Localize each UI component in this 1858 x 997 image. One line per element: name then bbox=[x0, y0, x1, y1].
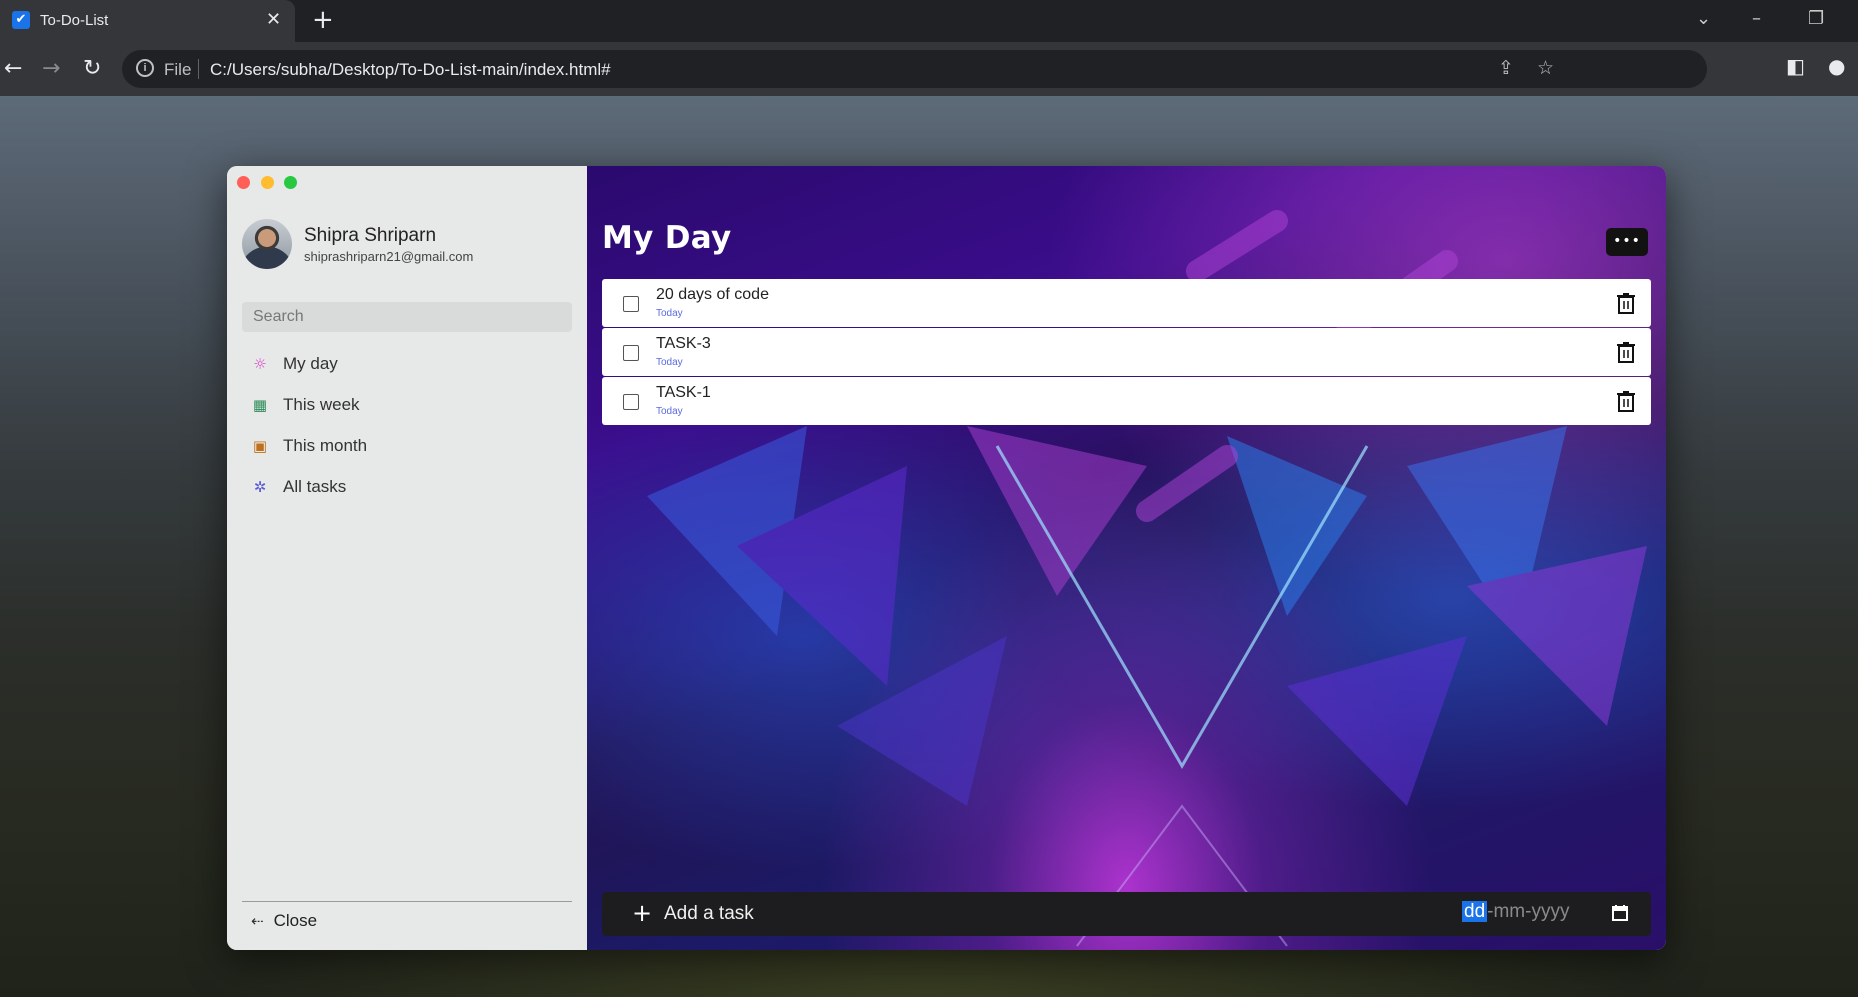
task-name: TASK-3 bbox=[656, 335, 711, 352]
trash-icon[interactable] bbox=[1615, 340, 1637, 364]
sidebar-item-my-day[interactable]: ☼ My day bbox=[249, 349, 569, 379]
user-name: Shipra Shriparn bbox=[304, 225, 437, 246]
calendar-icon: ▣ bbox=[252, 437, 268, 455]
task-name: 20 days of code bbox=[656, 286, 769, 303]
sidebar-item-label: My day bbox=[283, 354, 338, 373]
logout-icon: ⇠ bbox=[251, 912, 264, 930]
info-icon[interactable]: i bbox=[136, 59, 154, 77]
task-checkbox[interactable] bbox=[623, 394, 639, 410]
reload-icon[interactable]: ↻ bbox=[83, 56, 101, 81]
calendar-picker-icon[interactable] bbox=[1611, 904, 1629, 922]
plus-icon[interactable]: + bbox=[632, 899, 652, 927]
main-panel: My Day ••• 20 days of code Today TASK-3 … bbox=[587, 166, 1666, 950]
sidebar: Shipra Shriparn shiprashriparn21@gmail.c… bbox=[227, 166, 587, 950]
tab-title: To-Do-List bbox=[40, 12, 109, 29]
browser-tab[interactable]: ✔ To-Do-List ✕ bbox=[0, 0, 295, 42]
grid-icon: ▦ bbox=[252, 396, 268, 414]
trash-icon[interactable] bbox=[1615, 389, 1637, 413]
todo-app-window: Shipra Shriparn shiprashriparn21@gmail.c… bbox=[227, 166, 1666, 950]
window-close-dot[interactable] bbox=[237, 176, 250, 189]
sidebar-item-all-tasks[interactable]: ✲ All tasks bbox=[249, 472, 569, 502]
search-input[interactable] bbox=[242, 302, 572, 332]
task-checkbox[interactable] bbox=[623, 296, 639, 312]
due-date-input[interactable]: dd -mm-yyyy bbox=[1462, 901, 1569, 927]
address-separator bbox=[198, 59, 199, 79]
back-arrow-icon[interactable]: ← bbox=[4, 56, 22, 81]
browser-toolbar: ← → ↻ i File C:/Users/subha/Desktop/To-D… bbox=[0, 42, 1858, 96]
avatar bbox=[242, 219, 292, 269]
date-month-year-segment[interactable]: -mm-yyyy bbox=[1487, 901, 1569, 922]
address-bar[interactable]: i File C:/Users/subha/Desktop/To-Do-List… bbox=[122, 50, 1707, 88]
tab-search-chevron-icon[interactable]: ⌄ bbox=[1696, 8, 1711, 29]
sidebar-divider bbox=[242, 901, 572, 902]
sidebar-item-label: This week bbox=[283, 395, 360, 414]
sidebar-item-this-month[interactable]: ▣ This month bbox=[249, 431, 569, 461]
profile-icon[interactable]: ● bbox=[1828, 54, 1845, 78]
puzzle-icon: ✲ bbox=[253, 478, 267, 496]
address-url[interactable]: C:/Users/subha/Desktop/To-Do-List-main/i… bbox=[210, 60, 611, 80]
task-date: Today bbox=[656, 357, 683, 368]
window-minimize-dot[interactable] bbox=[261, 176, 274, 189]
page-title: My Day bbox=[602, 220, 732, 256]
task-item[interactable]: TASK-3 Today bbox=[602, 328, 1651, 376]
task-checkbox[interactable] bbox=[623, 345, 639, 361]
task-name: TASK-1 bbox=[656, 384, 711, 401]
forward-arrow-icon[interactable]: → bbox=[42, 56, 60, 81]
new-tab-icon[interactable]: + bbox=[312, 5, 334, 35]
sidebar-item-this-week[interactable]: ▦ This week bbox=[249, 390, 569, 420]
restore-icon[interactable]: ❐ bbox=[1808, 8, 1824, 29]
tab-close-icon[interactable]: ✕ bbox=[266, 9, 281, 30]
minimize-icon[interactable]: – bbox=[1752, 8, 1761, 29]
more-options-button[interactable]: ••• bbox=[1606, 228, 1648, 256]
side-panel-icon[interactable]: ◧ bbox=[1786, 54, 1805, 78]
user-email: shiprashriparn21@gmail.com bbox=[304, 249, 474, 264]
add-task-input[interactable] bbox=[664, 901, 1264, 927]
close-label: Close bbox=[273, 911, 318, 930]
address-scheme: File bbox=[164, 60, 192, 79]
task-item[interactable]: TASK-1 Today bbox=[602, 377, 1651, 425]
sidebar-item-label: All tasks bbox=[283, 477, 347, 496]
window-zoom-dot[interactable] bbox=[284, 176, 297, 189]
add-task-bar: + dd-mm-yyyy bbox=[602, 892, 1651, 936]
sun-icon: ☼ bbox=[253, 355, 267, 373]
close-button[interactable]: ⇠ Close bbox=[251, 911, 317, 931]
checkmark-favicon-icon: ✔ bbox=[12, 11, 30, 29]
trash-icon[interactable] bbox=[1615, 291, 1637, 315]
sidebar-item-label: This month bbox=[283, 436, 368, 455]
task-date: Today bbox=[656, 406, 683, 417]
bookmark-star-icon[interactable]: ☆ bbox=[1537, 57, 1554, 79]
share-icon[interactable]: ⇪ bbox=[1498, 57, 1514, 79]
task-date: Today bbox=[656, 308, 683, 319]
date-day-segment[interactable]: dd bbox=[1462, 901, 1488, 922]
browser-tab-strip: ✔ To-Do-List ✕ + ⌄ – ❐ bbox=[0, 0, 1858, 42]
task-item[interactable]: 20 days of code Today bbox=[602, 279, 1651, 327]
